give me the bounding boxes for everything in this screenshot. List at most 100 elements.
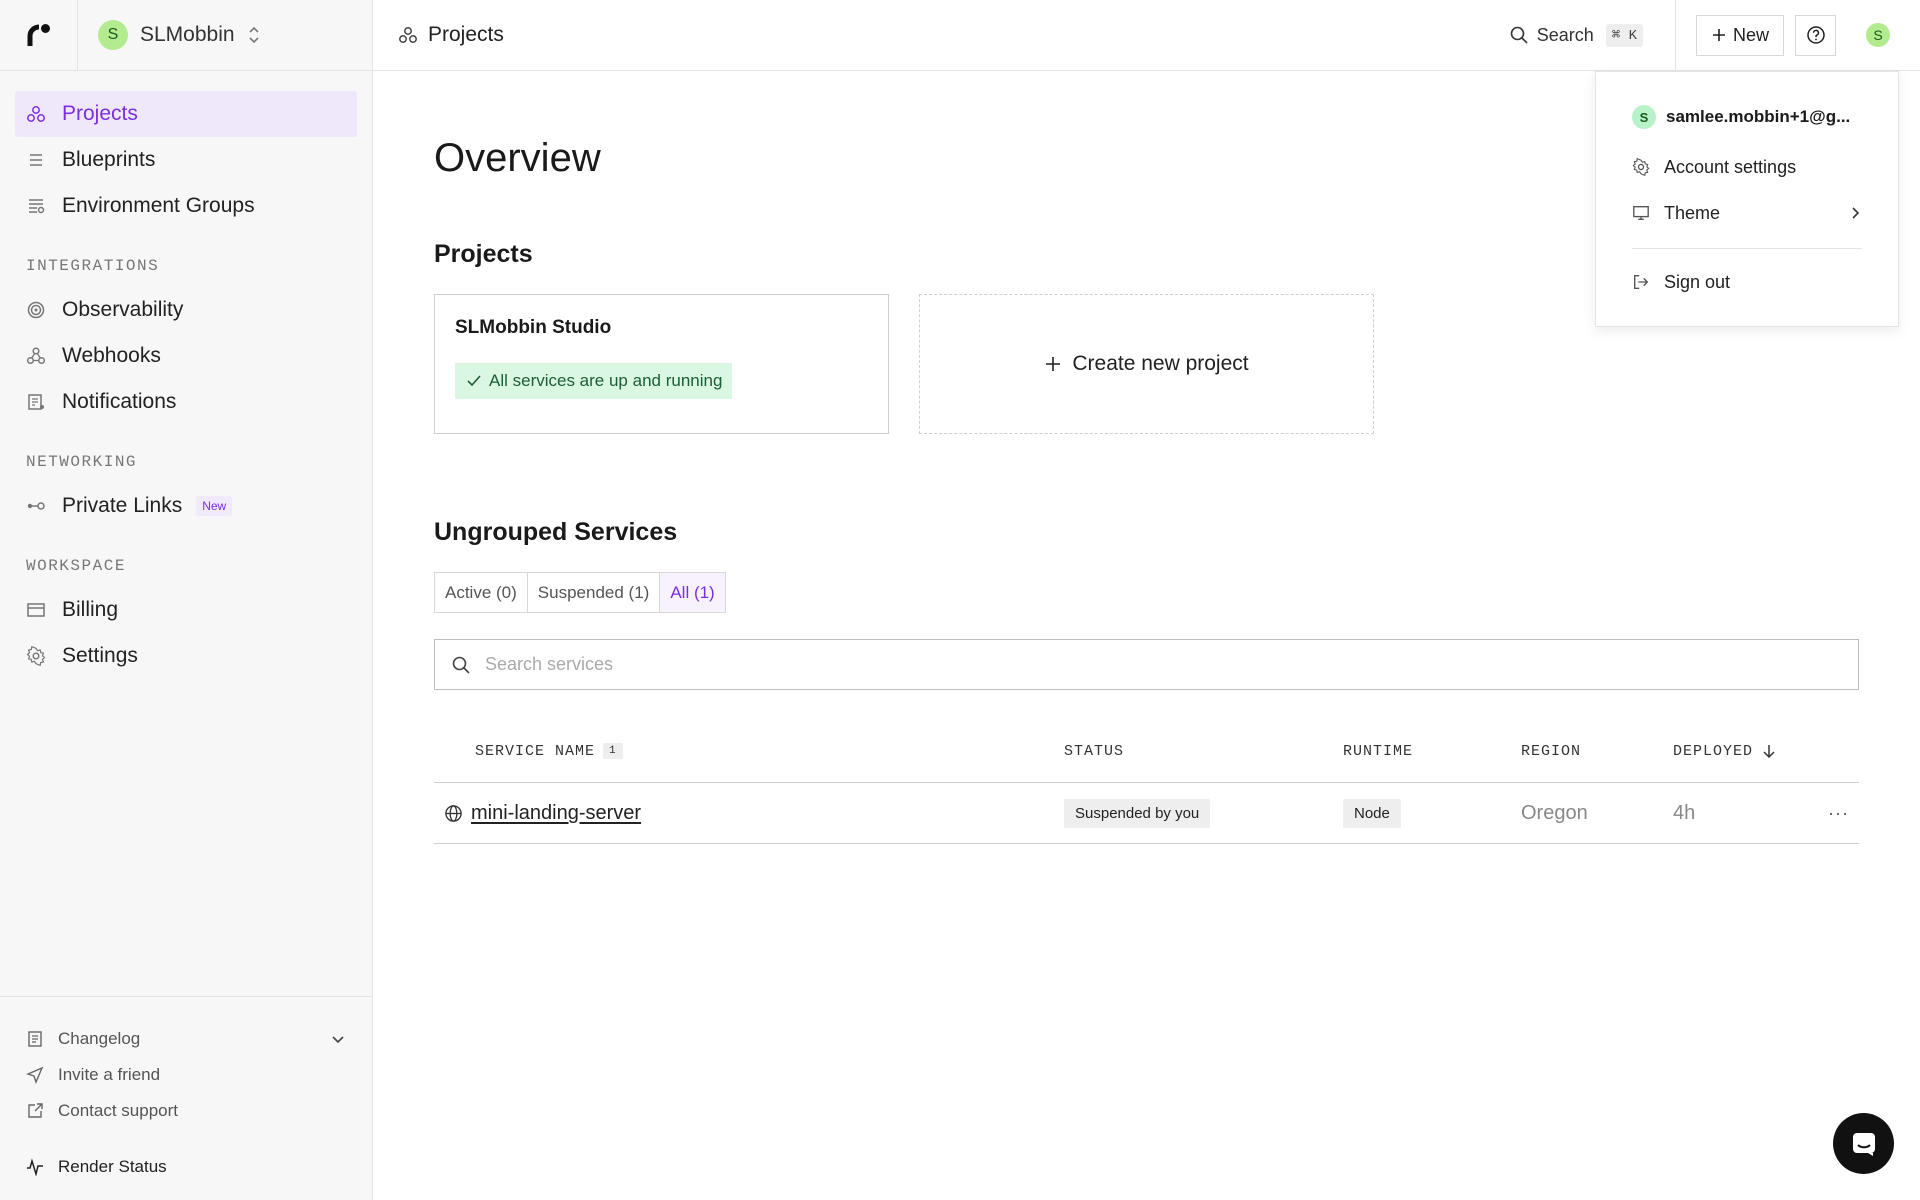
projects-icon [399, 27, 417, 43]
workspace-switcher[interactable]: S SLMobbin [78, 0, 372, 70]
sidebar-item-label: Billing [62, 598, 119, 621]
plus-icon [1712, 29, 1725, 41]
observability-icon [27, 301, 45, 319]
more-icon[interactable]: ··· [1828, 803, 1849, 824]
check-icon [467, 375, 481, 387]
menu-item-sign-out[interactable]: Sign out [1632, 259, 1862, 305]
sign-out-icon [1634, 275, 1649, 289]
sidebar-item-projects[interactable]: Projects [15, 91, 357, 137]
create-project-label: Create new project [1072, 352, 1249, 375]
runtime-cell: Node [1343, 783, 1401, 844]
tab-all[interactable]: All (1) [659, 572, 726, 613]
col-region[interactable]: REGION [1521, 743, 1581, 760]
topbar-actions: Search ⌘ K New S [1509, 0, 1920, 70]
col-region-label: REGION [1521, 742, 1582, 760]
contact-support-link[interactable]: Contact support [26, 1093, 346, 1129]
menu-divider [1632, 248, 1862, 249]
status-cell: Suspended by you [1064, 783, 1211, 844]
deployed-value: 4h [1673, 802, 1696, 824]
changelog-link[interactable]: Changelog [26, 1021, 346, 1057]
service-name-cell: mini-landing-server [444, 783, 641, 844]
sidebar-item-settings[interactable]: Settings [15, 633, 357, 679]
tab-active[interactable]: Active (0) [434, 572, 528, 613]
sidebar-item-label: Settings [62, 644, 138, 667]
search-services-field [434, 639, 1859, 690]
sidebar-item-label: Webhooks [62, 344, 161, 367]
sidebar-nav: Projects Blueprints Environment Groups I… [0, 71, 372, 679]
col-runtime[interactable]: RUNTIME [1343, 743, 1413, 760]
col-deployed-label: DEPLOYED [1673, 742, 1754, 760]
sort-down-icon [1763, 745, 1775, 759]
deployed-cell: 4h [1673, 783, 1695, 844]
render-logo[interactable] [0, 0, 78, 70]
search-icon [1510, 26, 1528, 44]
chat-launcher-button[interactable] [1833, 1113, 1894, 1174]
user-email: samlee.mobbin+1@g... [1666, 107, 1851, 126]
new-button-label: New [1732, 24, 1769, 45]
globe-icon [445, 805, 462, 822]
environment-groups-icon [29, 199, 45, 214]
table-header: SERVICE NAME 1 STATUS RUNTIME REGION DEP… [434, 720, 1859, 783]
section-workspace: WORKSPACE [26, 557, 126, 575]
render-status-link[interactable]: Render Status [26, 1149, 346, 1185]
search-button[interactable]: Search ⌘ K [1509, 0, 1676, 70]
sidebar-item-label: Projects [62, 102, 138, 125]
sidebar-item-label: Notifications [62, 390, 177, 413]
sidebar-item-blueprints[interactable]: Blueprints [15, 137, 357, 183]
menu-item-theme[interactable]: Theme [1632, 190, 1862, 236]
col-deployed[interactable]: DEPLOYED [1673, 743, 1777, 760]
service-filter-tabs: Active (0) Suspended (1) All (1) [434, 572, 1859, 613]
webhooks-icon [26, 347, 46, 365]
private-links-icon [27, 502, 45, 510]
help-icon [1806, 26, 1825, 44]
col-runtime-label: RUNTIME [1343, 742, 1414, 760]
sidebar-item-notifications[interactable]: Notifications [15, 379, 357, 425]
col-status-label: STATUS [1064, 742, 1125, 760]
sidebar-item-label: Private Links [62, 494, 183, 517]
sidebar: S SLMobbin Projects Blueprints Environme… [0, 0, 373, 1200]
tab-suspended[interactable]: Suspended (1) [526, 572, 661, 613]
external-chat-icon [28, 1103, 43, 1118]
project-card[interactable]: SLMobbin Studio All services are up and … [434, 294, 889, 434]
sidebar-footer: Changelog Invite a friend Contact suppor… [0, 996, 372, 1200]
sidebar-item-label: Blueprints [62, 148, 156, 171]
search-shortcut: ⌘ K [1605, 23, 1643, 47]
changelog-icon [28, 1031, 42, 1047]
menu-item-account-settings[interactable]: Account settings [1632, 144, 1862, 190]
help-button[interactable] [1795, 14, 1836, 56]
topbar: Projects Search ⌘ K New S [373, 0, 1920, 71]
changelog-label: Changelog [58, 1029, 141, 1048]
sidebar-item-webhooks[interactable]: Webhooks [15, 333, 357, 379]
projects-icon [27, 106, 45, 122]
chat-icon [1852, 1132, 1875, 1156]
search-services-input[interactable] [485, 654, 1785, 675]
monitor-icon [1633, 206, 1649, 220]
sidebar-item-label: Observability [62, 298, 184, 321]
table-row: mini-landing-server Suspended by you Nod… [434, 783, 1859, 844]
row-actions: ··· [1828, 783, 1849, 844]
chevron-right-icon [1852, 207, 1860, 219]
menu-item-label: Account settings [1664, 156, 1797, 177]
settings-icon [26, 646, 46, 666]
sidebar-item-private-links[interactable]: Private Links New [15, 483, 357, 529]
chevron-down-icon[interactable] [330, 1031, 346, 1047]
user-avatar[interactable]: S [1866, 23, 1890, 47]
service-name-link[interactable]: mini-landing-server [471, 802, 641, 825]
invite-friend-link[interactable]: Invite a friend [26, 1057, 346, 1093]
create-project-button[interactable]: Create new project [919, 294, 1374, 434]
status-badge: All services are up and running [455, 363, 733, 399]
sidebar-item-environment-groups[interactable]: Environment Groups [15, 183, 357, 229]
runtime-pill: Node [1343, 799, 1401, 828]
col-status[interactable]: STATUS [1064, 743, 1124, 760]
section-networking: NETWORKING [26, 453, 138, 471]
support-label: Contact support [58, 1101, 179, 1120]
user-menu: S samlee.mobbin+1@g... Account settings … [1595, 71, 1899, 327]
sidebar-item-observability[interactable]: Observability [15, 287, 357, 333]
billing-icon [27, 603, 45, 617]
new-badge: New [196, 496, 233, 516]
new-button[interactable]: New [1695, 14, 1784, 56]
service-count: 1 [603, 743, 623, 759]
menu-user-info: S samlee.mobbin+1@g... [1632, 104, 1862, 130]
sidebar-item-billing[interactable]: Billing [15, 587, 357, 633]
col-service-name[interactable]: SERVICE NAME 1 [475, 743, 623, 760]
